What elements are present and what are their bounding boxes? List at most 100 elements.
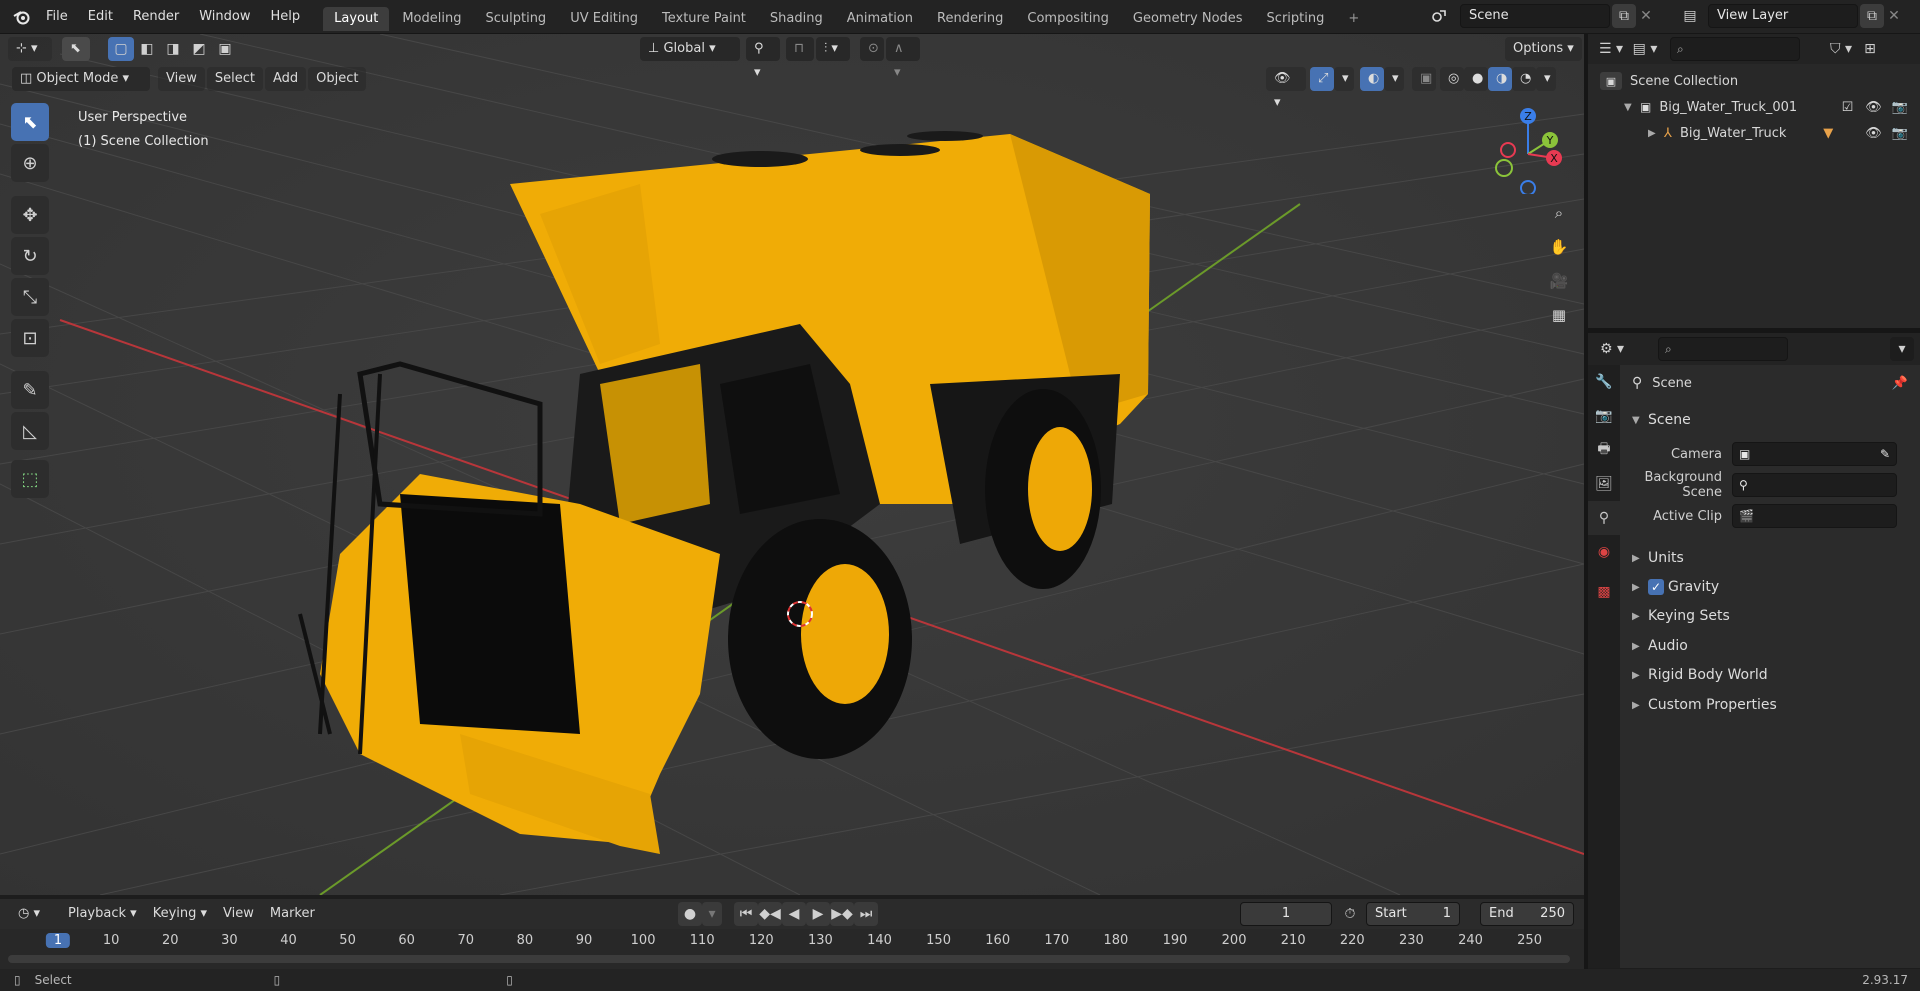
tab-rendering[interactable]: Rendering	[926, 7, 1014, 31]
select-tool-icon[interactable]: ⬉	[62, 37, 90, 61]
timeline-view-menu[interactable]: View	[215, 902, 262, 926]
tab-texture-paint[interactable]: Texture Paint	[651, 7, 757, 31]
play-icon[interactable]: ▶	[806, 902, 830, 926]
shading-material-icon[interactable]: ◑	[1488, 67, 1512, 91]
camera-field[interactable]: ▣ ✎	[1732, 442, 1897, 466]
background-scene-field[interactable]: ⚲	[1732, 473, 1897, 497]
eyedropper-icon[interactable]: ✎	[1880, 443, 1890, 465]
new-collection-icon[interactable]: ⊞	[1858, 37, 1882, 61]
jump-start-icon[interactable]: ⏮	[734, 902, 758, 926]
shading-solid-icon[interactable]: ●	[1464, 67, 1488, 91]
camera-view-icon[interactable]: 🎥	[1544, 266, 1574, 296]
outliner-row-truck-collection[interactable]: ▼ ▣ Big_Water_Truck_001 ☑ 👁 📷	[1588, 94, 1920, 120]
close-icon[interactable]: ✕	[1636, 4, 1656, 28]
tab-geometry-nodes[interactable]: Geometry Nodes	[1122, 7, 1254, 31]
render-tab-icon[interactable]: 📷	[1588, 399, 1620, 433]
add-cube-tool-icon[interactable]: ⬚	[11, 460, 49, 498]
menu-add[interactable]: Add	[264, 67, 307, 91]
shading-rendered-icon[interactable]: ◔	[1512, 67, 1536, 91]
blender-logo-icon[interactable]	[8, 5, 36, 29]
navigation-gizmo[interactable]: Z Y X	[1488, 104, 1568, 194]
annotate-tool-icon[interactable]: ✎	[11, 371, 49, 409]
overlays-toggle-icon[interactable]: ◐	[1360, 67, 1384, 91]
snap-icon[interactable]: ⊓	[786, 37, 814, 61]
panel-audio[interactable]: ▶ Audio	[1632, 633, 1688, 659]
tab-modeling[interactable]: Modeling	[391, 7, 472, 31]
scale-tool-icon[interactable]: ⤡	[11, 278, 49, 316]
properties-options-icon[interactable]: ▾	[1890, 337, 1914, 361]
render-camera-icon[interactable]: 📷	[1892, 100, 1908, 115]
gizmo-dropdown-icon[interactable]: ▾	[1334, 67, 1354, 91]
copy-scene-icon[interactable]: ⧉	[1612, 4, 1636, 28]
filter-icon[interactable]: ⛉ ▾	[1824, 37, 1858, 61]
menu-view[interactable]: View	[158, 67, 205, 91]
next-keyframe-icon[interactable]: ▶◆	[830, 902, 854, 926]
playback-menu[interactable]: Playback ▾	[60, 902, 145, 926]
panel-gravity[interactable]: ▶ ✓ Gravity	[1632, 574, 1719, 600]
pivot-point-icon[interactable]: ⚲ ▾	[746, 37, 780, 80]
preview-range-icon[interactable]: ⏱	[1338, 902, 1362, 926]
3d-viewport[interactable]: ⊹ ▾ ⬉ ▢ ◧ ◨ ◩ ▣ ⊥ Global ▾ ⚲ ▾ ⊓ ⫶ ▾ ⊙ ∧…	[0, 34, 1584, 895]
view-layer-icon[interactable]: ▤	[1672, 4, 1708, 28]
expand-arrow-icon[interactable]: ▶	[1648, 128, 1656, 139]
eye-icon[interactable]: 👁	[1865, 100, 1882, 115]
display-mode-icon[interactable]: ▤ ▾	[1628, 37, 1662, 61]
world-tab-icon[interactable]: ◉	[1588, 535, 1620, 569]
select-new-icon[interactable]: ▢	[108, 37, 134, 61]
menu-edit[interactable]: Edit	[78, 0, 123, 34]
render-camera-icon[interactable]: 📷	[1892, 126, 1908, 141]
modifier-icon[interactable]: ▼	[1823, 126, 1833, 141]
view-layer-field[interactable]: View Layer	[1708, 4, 1858, 28]
gravity-checkbox[interactable]: ✓	[1648, 579, 1664, 595]
select-extend-icon[interactable]: ◧	[134, 37, 160, 61]
scene-name-field[interactable]: Scene	[1460, 4, 1610, 28]
panel-rigid-body-world[interactable]: ▶ Rigid Body World	[1632, 662, 1768, 688]
properties-search-input[interactable]: ⌕	[1658, 337, 1788, 361]
output-tab-icon[interactable]: 🖶	[1588, 433, 1620, 467]
panel-scene-header[interactable]: ▼ Scene	[1632, 407, 1691, 433]
menu-select[interactable]: Select	[206, 67, 263, 91]
visibility-icon[interactable]: 👁 ▾	[1266, 67, 1306, 110]
xray-icon[interactable]: ▣	[1412, 67, 1436, 91]
select-invert-icon[interactable]: ◩	[186, 37, 212, 61]
panel-units[interactable]: ▶ Units	[1632, 545, 1684, 571]
proportional-edit-icon[interactable]: ⊙	[860, 37, 884, 61]
add-workspace-button[interactable]: +	[1337, 7, 1370, 31]
current-frame-field[interactable]: 1	[1240, 902, 1332, 926]
outliner-row-scene-collection[interactable]: ▣ Scene Collection	[1588, 68, 1920, 94]
scene-tab-icon[interactable]: ⚲	[1588, 501, 1620, 535]
move-tool-icon[interactable]: ✥	[11, 196, 49, 234]
tab-compositing[interactable]: Compositing	[1016, 7, 1120, 31]
marker-menu[interactable]: Marker	[262, 902, 323, 926]
record-icon[interactable]: ●	[678, 902, 702, 926]
shading-dropdown-icon[interactable]: ▾	[1536, 67, 1556, 91]
panel-keying-sets[interactable]: ▶ Keying Sets	[1632, 603, 1730, 629]
tool-tab-icon[interactable]: 🔧	[1588, 365, 1620, 399]
keying-menu[interactable]: Keying ▾	[145, 902, 215, 926]
select-intersect-icon[interactable]: ▣	[212, 37, 238, 61]
close-icon[interactable]: ✕	[1884, 4, 1904, 28]
tab-shading[interactable]: Shading	[759, 7, 834, 31]
view-layer-tab-icon[interactable]: 🖼	[1588, 467, 1620, 501]
select-box-tool-icon[interactable]: ⬉	[11, 103, 49, 141]
menu-render[interactable]: Render	[123, 0, 189, 34]
pan-hand-icon[interactable]: ✋	[1544, 232, 1574, 262]
rotate-tool-icon[interactable]: ↻	[11, 237, 49, 275]
perspective-toggle-icon[interactable]: ▦	[1544, 300, 1574, 330]
tab-uv-editing[interactable]: UV Editing	[559, 7, 649, 31]
cursor-tool-icon[interactable]: ⊕	[11, 144, 49, 182]
shading-wireframe-icon[interactable]: ◎	[1440, 67, 1464, 91]
snap-target-icon[interactable]: ⫶ ▾	[816, 37, 850, 61]
menu-file[interactable]: File	[36, 0, 78, 34]
properties-editor-type-icon[interactable]: ⚙ ▾	[1594, 337, 1630, 361]
prev-keyframe-icon[interactable]: ◆◀	[758, 902, 782, 926]
mode-dropdown[interactable]: ◫ Object Mode ▾	[12, 67, 150, 91]
menu-object[interactable]: Object	[308, 67, 367, 91]
end-frame-field[interactable]: End 250	[1480, 902, 1574, 926]
timeline-ruler[interactable]: 1 10 20 30 40 50 60 70 80 90 100 110 120 130 140 150 160…	[0, 929, 1584, 969]
menu-window[interactable]: Window	[189, 0, 260, 34]
select-subtract-icon[interactable]: ◨	[160, 37, 186, 61]
falloff-icon[interactable]: ∧ ▾	[886, 37, 920, 80]
scene-icon[interactable]	[1420, 4, 1458, 28]
eye-icon[interactable]: 👁	[1865, 126, 1882, 141]
